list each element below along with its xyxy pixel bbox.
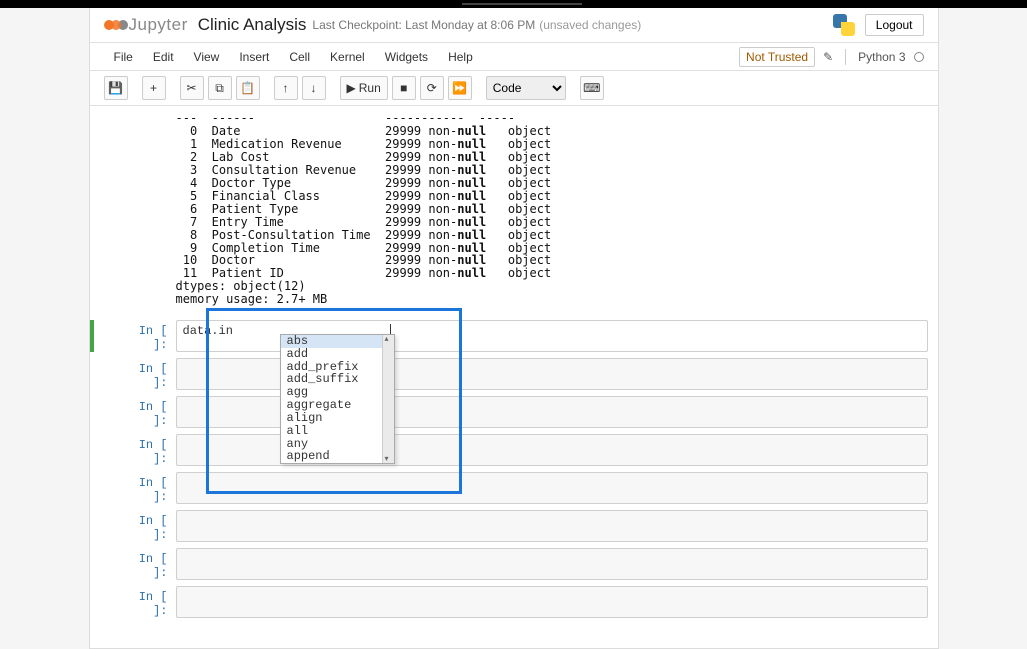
keyboard-icon: ⌨ — [583, 81, 600, 95]
plus-icon: + — [150, 81, 157, 95]
move-cell-down-button[interactable]: ↓ — [302, 76, 326, 100]
paste-cell-button[interactable]: 📋 — [236, 76, 260, 100]
kernel-idle-icon — [914, 52, 924, 62]
play-icon: ▶ — [347, 81, 356, 95]
menu-insert[interactable]: Insert — [229, 46, 279, 68]
move-cell-up-button[interactable]: ↑ — [274, 76, 298, 100]
code-cell-empty[interactable]: In [ ]: — [120, 586, 928, 618]
cell-prompt: In [ ]: — [120, 358, 176, 390]
interrupt-kernel-button[interactable]: ■ — [392, 76, 416, 100]
cell-input[interactable] — [176, 472, 928, 504]
code-cell-active[interactable]: In [ ]: data.in — [120, 320, 928, 352]
logout-button[interactable]: Logout — [865, 14, 924, 36]
notebook-title[interactable]: Clinic Analysis — [198, 15, 307, 35]
autocomplete-option[interactable]: all — [281, 425, 394, 438]
cell-prompt: In [ ]: — [120, 472, 176, 504]
cut-cell-button[interactable]: ✂ — [180, 76, 204, 100]
divider — [845, 49, 846, 65]
code-cell-empty[interactable]: In [ ]: — [120, 396, 928, 428]
restart-icon: ⟳ — [427, 81, 437, 95]
browser-chrome-bar — [0, 0, 1027, 8]
copy-cell-button[interactable]: ⧉ — [208, 76, 232, 100]
code-cell-empty[interactable]: In [ ]: — [120, 472, 928, 504]
arrow-down-icon: ↓ — [311, 81, 317, 95]
cell-prompt: In [ ]: — [120, 434, 176, 466]
code-cell-empty[interactable]: In [ ]: — [120, 434, 928, 466]
jupyter-logo-icon — [104, 20, 125, 30]
cell-prompt: In [ ]: — [120, 548, 176, 580]
save-button[interactable]: 💾 — [104, 76, 128, 100]
scissors-icon: ✂ — [186, 81, 196, 95]
notebook-container: Jupyter Clinic Analysis Last Checkpoint:… — [89, 8, 939, 649]
arrow-up-icon: ↑ — [283, 81, 289, 95]
paste-icon: 📋 — [240, 81, 255, 95]
autocomplete-option[interactable]: append — [281, 450, 394, 463]
restart-run-all-button[interactable]: ⏩ — [448, 76, 472, 100]
autocomplete-option[interactable]: add — [281, 348, 394, 361]
code-cell-empty[interactable]: In [ ]: — [120, 548, 928, 580]
code-cell-empty[interactable]: In [ ]: — [120, 510, 928, 542]
save-icon: 💾 — [108, 81, 123, 95]
python-logo-icon — [833, 14, 855, 36]
notebook: --- ------ ----------- ----- 0 Date 2999… — [90, 106, 938, 648]
cell-prompt: In [ ]: — [120, 396, 176, 428]
insert-cell-button[interactable]: + — [142, 76, 166, 100]
autocomplete-option[interactable]: align — [281, 412, 394, 425]
cell-input[interactable] — [176, 586, 928, 618]
menu-kernel[interactable]: Kernel — [320, 46, 375, 68]
edit-mode-icon: ✎ — [823, 50, 833, 64]
scrollbar[interactable] — [382, 335, 394, 463]
autocomplete-popup[interactable]: absaddadd_prefixadd_suffixaggaggregateal… — [280, 334, 395, 464]
menu-view[interactable]: View — [184, 46, 230, 68]
cell-input[interactable] — [176, 548, 928, 580]
command-palette-button[interactable]: ⌨ — [580, 76, 604, 100]
cell-prompt: In [ ]: — [120, 510, 176, 542]
header: Jupyter Clinic Analysis Last Checkpoint:… — [90, 8, 938, 43]
not-trusted-button[interactable]: Not Trusted — [739, 47, 815, 67]
stop-icon: ■ — [400, 81, 407, 95]
menu-file[interactable]: File — [104, 46, 143, 68]
run-cell-button[interactable]: ▶ Run — [340, 76, 388, 100]
cell-prompt: In [ ]: — [120, 586, 176, 618]
run-label: Run — [359, 81, 381, 95]
restart-kernel-button[interactable]: ⟳ — [420, 76, 444, 100]
cell-input[interactable] — [176, 510, 928, 542]
unsaved-changes: (unsaved changes) — [539, 18, 641, 32]
cell-type-select[interactable]: Code — [486, 76, 566, 100]
autocomplete-option[interactable]: abs — [281, 335, 394, 348]
code-cell-empty[interactable]: In [ ]: — [120, 358, 928, 390]
output-area: --- ------ ----------- ----- 0 Date 2999… — [90, 112, 938, 306]
cell-content: data.in — [183, 324, 233, 338]
fast-forward-icon: ⏩ — [452, 81, 467, 95]
menubar: File Edit View Insert Cell Kernel Widget… — [90, 43, 938, 71]
menu-edit[interactable]: Edit — [143, 46, 184, 68]
kernel-name[interactable]: Python 3 — [858, 50, 905, 64]
menu-help[interactable]: Help — [438, 46, 483, 68]
copy-icon: ⧉ — [215, 81, 224, 96]
cell-prompt: In [ ]: — [120, 320, 176, 352]
jupyter-logo[interactable]: Jupyter — [104, 15, 188, 35]
menu-cell[interactable]: Cell — [279, 46, 320, 68]
menu-widgets[interactable]: Widgets — [375, 46, 438, 68]
jupyter-logo-text: Jupyter — [129, 15, 188, 35]
checkpoint-info: Last Checkpoint: Last Monday at 8:06 PM — [312, 18, 535, 32]
toolbar: 💾 + ✂ ⧉ 📋 ↑ ↓ ▶ Run ■ ⟳ ⏩ Code ⌨ — [90, 71, 938, 106]
